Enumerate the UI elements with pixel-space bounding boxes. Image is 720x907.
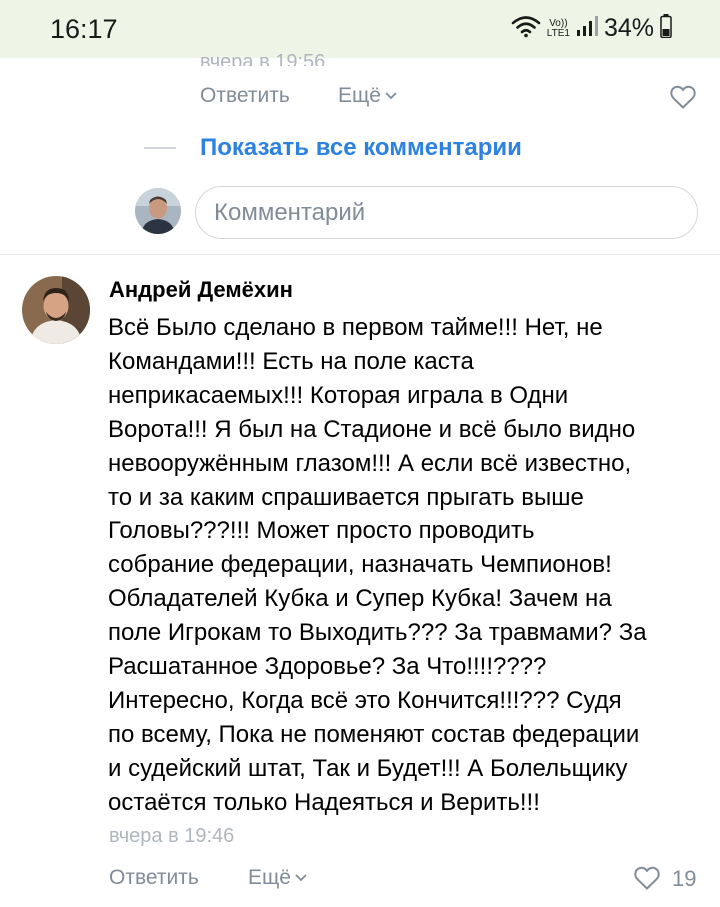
lte-label: LTE1	[546, 27, 570, 39]
previous-comment-time: вчера в 19:56	[200, 51, 326, 66]
chevron-down-icon	[295, 874, 307, 882]
more-label: Ещё	[248, 866, 291, 889]
wifi-icon	[511, 14, 541, 43]
more-button[interactable]: Ещё	[248, 866, 307, 890]
comment-author-name[interactable]: Андрей Демёхин	[109, 277, 293, 303]
heart-icon	[670, 85, 696, 109]
show-all-divider	[144, 147, 176, 149]
status-time: 16:17	[50, 14, 118, 44]
previous-more-label: Ещё	[338, 84, 381, 107]
signal-icon	[576, 15, 598, 42]
heart-icon	[634, 866, 660, 890]
status-indicators: Vo)) LTE1 34%	[511, 14, 672, 43]
previous-like-button[interactable]	[669, 84, 697, 115]
comment-field[interactable]	[195, 186, 698, 239]
comment-text: Всё Было сделано в первом тайме!!! Нет, …	[108, 314, 647, 816]
previous-more-button[interactable]: Ещё	[338, 84, 397, 108]
like-button[interactable]	[633, 865, 661, 896]
like-count: 19	[672, 866, 697, 891]
chevron-down-icon	[385, 92, 397, 100]
comment-input[interactable]	[214, 187, 684, 238]
reply-button[interactable]: Ответить	[109, 866, 199, 890]
author-avatar[interactable]	[22, 276, 90, 344]
previous-reply-button[interactable]: Ответить	[200, 84, 290, 108]
battery-icon	[660, 14, 672, 43]
status-bar: 16:17 Vo)) LTE1 34%	[0, 0, 720, 58]
comment-divider	[0, 254, 720, 255]
my-avatar[interactable]	[135, 188, 181, 234]
volte-label: Vo))	[549, 17, 568, 29]
battery-percent: 34%	[603, 14, 654, 42]
show-all-comments-link[interactable]: Показать все комментарии	[200, 134, 522, 162]
volte-indicator: Vo)) LTE1	[546, 17, 570, 39]
comment-time: вчера в 19:46	[109, 825, 235, 847]
